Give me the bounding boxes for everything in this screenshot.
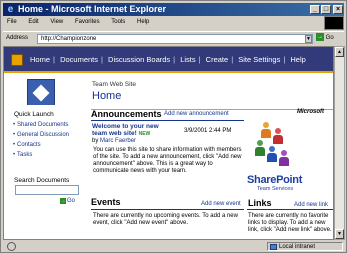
nav-create[interactable]: Create <box>206 55 229 64</box>
nav-help[interactable]: Help <box>290 55 305 64</box>
person-icon <box>279 150 289 166</box>
announcement-byline: by Marc Faerber <box>92 138 136 144</box>
nav-site-settings[interactable]: Site Settings <box>238 55 280 64</box>
intranet-zone-icon <box>270 244 277 250</box>
ie-logo-icon: e <box>7 4 14 15</box>
nav-separator: | <box>53 55 55 64</box>
menu-favorites[interactable]: Favorites <box>75 19 100 25</box>
scroll-down-icon[interactable]: ▼ <box>335 229 344 239</box>
quick-launch-title: Quick Launch <box>14 111 54 118</box>
search-go-button[interactable]: Go <box>67 198 75 204</box>
announcement-date: 3/9/2001 2:44 PM <box>184 128 232 134</box>
bullet-icon: • <box>13 122 16 128</box>
scroll-up-icon[interactable]: ▲ <box>335 47 344 57</box>
sharepoint-nav-logo-icon <box>11 54 23 66</box>
people-illustration-icon <box>251 122 291 168</box>
nav-separator: | <box>198 55 201 64</box>
menu-tools[interactable]: Tools <box>111 19 125 25</box>
nav-separator: | <box>283 55 286 64</box>
windows-logo-icon <box>324 16 344 30</box>
bullet-icon: • <box>13 142 16 148</box>
vertical-scrollbar[interactable]: ▲ ▼ <box>334 46 345 240</box>
nav-lists[interactable]: Lists <box>180 55 195 64</box>
go-button[interactable]: → Go <box>316 33 342 44</box>
add-event-link[interactable]: Add new event <box>201 201 241 207</box>
site-title: Team Web Site <box>92 81 136 88</box>
nav-separator: | <box>101 55 103 64</box>
microsoft-logo: Microsoft <box>297 109 324 115</box>
person-icon <box>267 146 277 162</box>
page-title: Home <box>92 90 122 102</box>
events-title: Events <box>91 197 121 207</box>
new-badge: NEW <box>138 131 151 137</box>
nav-separator: | <box>173 55 176 64</box>
address-bar: Address http://Championzone ▼ → Go <box>3 31 344 44</box>
nav-separator: | <box>231 55 234 64</box>
browser-window: e Home - Microsoft Internet Explorer _ □… <box>0 0 347 253</box>
go-label: Go <box>325 35 334 41</box>
security-zone: Local intranet <box>267 242 343 251</box>
announcements-title: Announcements <box>91 109 162 119</box>
page-viewport: Home | Documents | Discussion Boards | List… <box>3 46 334 240</box>
quick-launch-tasks[interactable]: Tasks <box>17 152 32 158</box>
window-title: Home - Microsoft Internet Explorer <box>18 4 167 14</box>
announcement-body: You can use this site to share informati… <box>93 147 242 174</box>
top-nav-bar: Home | Documents | Discussion Boards | List… <box>4 47 333 73</box>
quick-launch-shared-documents[interactable]: Shared Documents <box>17 122 68 128</box>
events-body: There are currently no upcoming events. … <box>93 213 238 226</box>
close-button[interactable]: × <box>333 5 343 14</box>
events-divider <box>91 209 244 210</box>
person-icon <box>255 140 265 156</box>
person-icon <box>261 122 271 138</box>
address-dropdown-icon[interactable]: ▼ <box>305 35 312 43</box>
maximize-button[interactable]: □ <box>321 5 331 14</box>
links-body: There are currently no favorite links to… <box>248 213 332 233</box>
links-divider <box>247 209 333 210</box>
address-input[interactable]: http://Championzone <box>37 34 313 44</box>
menu-help[interactable]: Help <box>137 19 149 25</box>
go-arrow-icon: → <box>316 33 324 42</box>
title-bar[interactable]: e Home - Microsoft Internet Explorer _ □… <box>3 3 344 16</box>
links-title: Links <box>248 198 272 208</box>
status-bar: Local intranet <box>3 241 344 252</box>
person-icon <box>273 128 283 144</box>
menu-file[interactable]: File <box>7 19 17 25</box>
nav-discussion-boards[interactable]: Discussion Boards <box>108 55 170 64</box>
menu-bar: File Edit View Favorites Tools Help <box>3 17 344 28</box>
menu-edit[interactable]: Edit <box>28 19 38 25</box>
announcements-divider <box>91 120 244 121</box>
menu-view[interactable]: View <box>50 19 63 25</box>
bullet-icon: • <box>13 132 16 138</box>
search-input[interactable] <box>15 185 79 195</box>
security-zone-label: Local intranet <box>279 244 316 250</box>
search-documents-title: Search Documents <box>14 177 70 184</box>
add-link-link[interactable]: Add new link <box>294 202 328 208</box>
sharepoint-logo: SharePoint <box>247 174 303 186</box>
quick-launch-general-discussion[interactable]: General Discussion <box>17 132 69 138</box>
bullet-icon: • <box>13 152 16 158</box>
quick-launch-contacts[interactable]: Contacts <box>17 142 41 148</box>
nav-documents[interactable]: Documents <box>60 55 98 64</box>
team-site-icon <box>27 79 55 107</box>
announcement-author-link[interactable]: Marc Faerber <box>100 138 136 144</box>
page-status-icon <box>7 242 16 251</box>
sharepoint-subtitle: Team Services <box>257 186 294 192</box>
minimize-button[interactable]: _ <box>310 5 320 14</box>
announcement-title-link[interactable]: Welcome to your new team web site! NEW <box>92 123 164 138</box>
address-label: Address <box>6 35 29 41</box>
add-announcement-link[interactable]: Add new announcement <box>164 111 229 117</box>
by-label: by <box>92 138 99 144</box>
left-column: Quick Launch • Shared Documents • Genera… <box>4 105 87 239</box>
nav-home[interactable]: Home <box>30 55 50 64</box>
search-go-icon[interactable]: → <box>60 198 66 204</box>
